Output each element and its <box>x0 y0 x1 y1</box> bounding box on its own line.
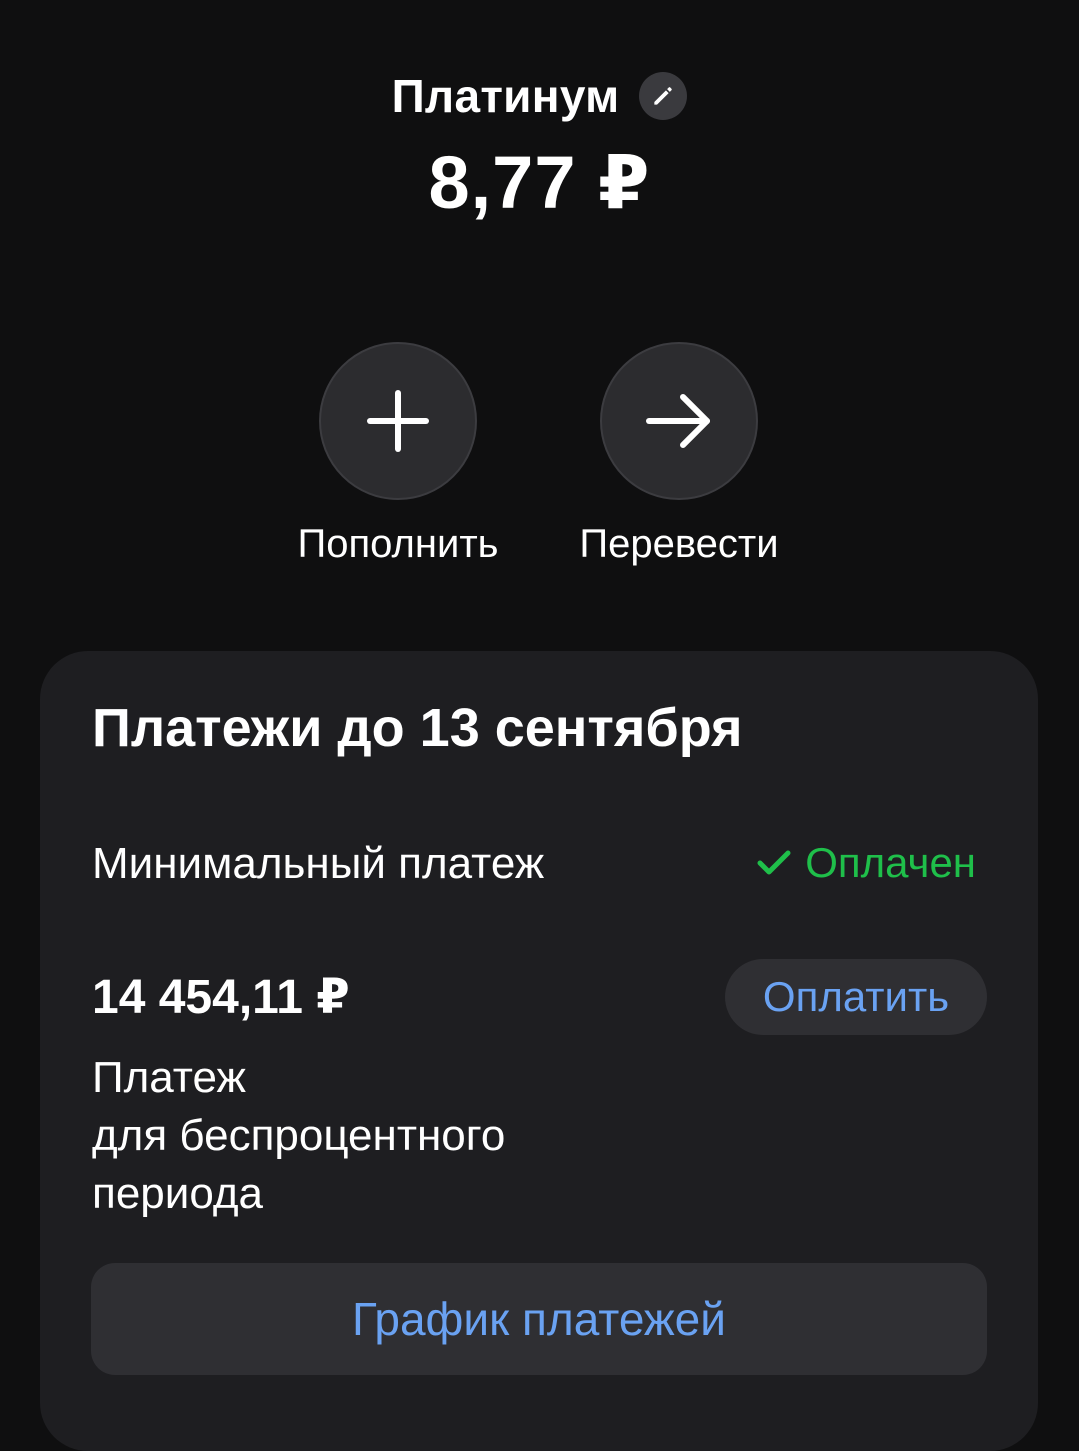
topup-button[interactable] <box>319 342 477 500</box>
transfer-action[interactable]: Перевести <box>549 342 809 567</box>
minimum-payment-label: Минимальный платеж <box>92 839 545 888</box>
topup-label[interactable]: Пополнить <box>268 522 528 567</box>
grace-payment-description-line: для беспроцентного <box>92 1111 506 1160</box>
pay-button[interactable]: Оплатить <box>725 959 987 1035</box>
account-title-row: Платинум <box>392 60 688 132</box>
grace-payment-description: Платеж для беспроцентного периода <box>92 1049 692 1223</box>
quick-actions: Пополнить Перевести <box>0 342 1079 602</box>
grace-payment-description-line: периода <box>92 1169 263 1218</box>
pencil-icon <box>654 87 673 105</box>
edit-account-name-button[interactable] <box>639 72 688 120</box>
minimum-payment-status-text: Оплачен <box>805 839 976 886</box>
payment-schedule-button[interactable]: График платежей <box>91 1263 987 1375</box>
grace-payment-description-line: Платеж <box>92 1053 246 1102</box>
payments-card-title: Платежи до 13 сентября <box>92 698 743 758</box>
minimum-payment-status: Оплачен <box>757 839 976 887</box>
plus-icon <box>367 390 429 452</box>
topup-action[interactable]: Пополнить <box>268 342 528 567</box>
transfer-button[interactable] <box>600 342 758 500</box>
arrow-right-icon <box>646 394 710 448</box>
grace-payment-amount: 14 454,11 ₽ <box>92 971 350 1024</box>
account-balance: 8,77 ₽ <box>428 141 651 224</box>
account-header: Платинум 8,77 ₽ <box>0 60 1079 226</box>
transfer-label[interactable]: Перевести <box>549 522 809 567</box>
account-name: Платинум <box>391 70 620 122</box>
check-icon <box>757 850 791 875</box>
payments-card: Платежи до 13 сентября Минимальный плате… <box>40 651 1038 1451</box>
